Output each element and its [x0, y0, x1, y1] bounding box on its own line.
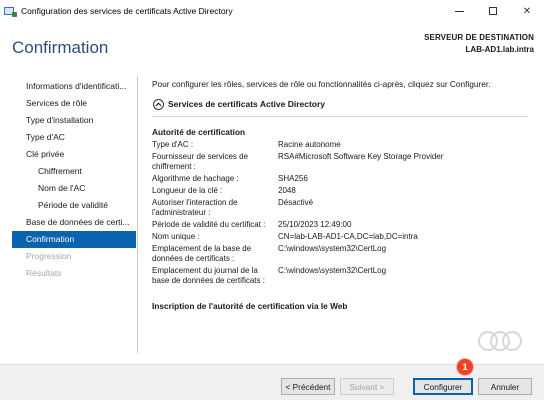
cancel-button[interactable]: Annuler [478, 378, 532, 395]
page-title: Confirmation [12, 38, 109, 57]
window-title: Configuration des services de certificat… [21, 6, 233, 16]
property-row: Fournisseur de services de chiffrement :… [152, 151, 532, 173]
watermark-logo-icon [478, 331, 522, 351]
property-key: Période de validité du certificat : [152, 220, 266, 229]
property-value: C:\windows\system32\CertLog [278, 244, 387, 253]
property-value: Désactivé [278, 198, 314, 207]
nav-item-confirmation[interactable]: Confirmation [12, 231, 136, 248]
destination-server-info: SERVEUR DE DESTINATION LAB-AD1.lab.intra [424, 32, 534, 56]
property-key: Fournisseur de services de chiffrement : [152, 152, 249, 171]
previous-button[interactable]: < Précédent [281, 378, 335, 395]
properties-table: Type d'AC : Racine autonome Fournisseur d… [152, 139, 532, 287]
property-value: 2048 [278, 186, 296, 195]
property-value: RSA#Microsoft Software Key Storage Provi… [278, 152, 444, 161]
nav-item-setup-type[interactable]: Type d'installation [12, 112, 136, 129]
nav-item-credentials[interactable]: Informations d'identificati... [12, 78, 136, 95]
property-key: Emplacement du journal de la base de don… [152, 266, 265, 285]
nav-divider [137, 76, 138, 353]
nav-item-validity-period[interactable]: Période de validité [12, 197, 136, 214]
minimize-button[interactable] [442, 0, 476, 22]
section-title: Services de certificats Active Directory [168, 99, 326, 109]
property-row: Emplacement du journal de la base de don… [152, 265, 532, 287]
confirmation-panel: Pour configurer les rôles, services de r… [144, 76, 536, 353]
section-divider [152, 116, 528, 117]
property-row: Nom unique : CN=lab-LAB-AD1-CA,DC=lab,DC=… [152, 231, 532, 243]
nav-item-role-services[interactable]: Services de rôle [12, 95, 136, 112]
destination-server: LAB-AD1.lab.intra [465, 45, 534, 54]
subsection-title: Autorité de certification [152, 127, 246, 137]
collapse-chevron-icon[interactable] [153, 98, 164, 110]
minimize-icon [454, 10, 464, 12]
wizard-nav: Informations d'identificati... Services … [12, 78, 136, 282]
step-marker-badge: 1 [457, 359, 473, 375]
nav-item-ca-type[interactable]: Type d'AC [12, 129, 136, 146]
maximize-button[interactable] [476, 0, 510, 22]
destination-label: SERVEUR DE DESTINATION [424, 33, 534, 42]
property-key: Emplacement de la base de données de cer… [152, 244, 252, 263]
nav-item-cryptography[interactable]: Chiffrement [12, 163, 136, 180]
property-key: Autoriser l'interaction de l'administrat… [152, 198, 238, 217]
property-row: Emplacement de la base de données de cer… [152, 243, 532, 265]
property-value: C:\windows\system32\CertLog [278, 266, 387, 275]
nav-item-certificate-database[interactable]: Base de données de certi... [12, 214, 136, 231]
maximize-icon [489, 7, 497, 15]
property-value: CN=lab-LAB-AD1-CA,DC=lab,DC=intra [278, 232, 418, 241]
section-header[interactable]: Services de certificats Active Directory [144, 97, 536, 111]
property-key: Longueur de la clé : [152, 186, 223, 195]
nav-item-ca-name[interactable]: Nom de l'AC [12, 180, 136, 197]
property-value: 25/10/2023 12:49:00 [278, 220, 352, 229]
configure-button[interactable]: Configurer [413, 378, 473, 395]
window-titlebar: Configuration des services de certificat… [0, 0, 544, 22]
nav-item-progress: Progression [26, 251, 72, 261]
property-row: Autoriser l'interaction de l'administrat… [152, 197, 532, 219]
nav-item-results: Résultats [26, 268, 62, 278]
next-button: Suivant > [340, 378, 394, 395]
close-button[interactable]: ✕ [510, 0, 544, 22]
intro-text: Pour configurer les rôles, services de r… [152, 79, 491, 89]
property-row: Algorithme de hachage : SHA256 [152, 173, 532, 185]
property-key: Algorithme de hachage : [152, 174, 239, 183]
property-key: Nom unique : [152, 232, 200, 241]
property-key: Type d'AC : [152, 140, 194, 149]
property-value: SHA256 [278, 174, 308, 183]
property-row: Longueur de la clé : 2048 [152, 185, 532, 197]
close-icon: ✕ [522, 5, 532, 17]
nav-item-private-key[interactable]: Clé privée [12, 146, 136, 163]
property-value: Racine autonome [278, 140, 341, 149]
web-enrollment-title: Inscription de l'autorité de certificati… [152, 301, 348, 311]
property-row: Type d'AC : Racine autonome [152, 139, 532, 151]
property-row: Période de validité du certificat : 25/10… [152, 219, 532, 231]
server-manager-icon [4, 6, 17, 17]
